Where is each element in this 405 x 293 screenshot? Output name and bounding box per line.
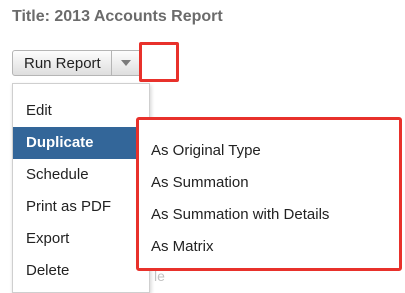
run-report-button[interactable]: Run Report (12, 50, 112, 76)
menu-item-print-as-pdf[interactable]: Print as PDF (13, 191, 149, 223)
submenu-item-as-summation[interactable]: As Summation (139, 167, 399, 199)
actions-menu: Edit Duplicate Schedule Print as PDF Exp… (12, 83, 150, 293)
menu-item-export[interactable]: Export (13, 223, 149, 255)
page-title: Title: 2013 Accounts Report (12, 8, 223, 25)
menu-item-duplicate[interactable]: Duplicate (13, 127, 149, 159)
menu-item-schedule[interactable]: Schedule (13, 159, 149, 191)
report-actions: Run Report (12, 50, 142, 76)
menu-item-edit[interactable]: Edit (13, 95, 149, 127)
caret-highlight-box (139, 42, 179, 82)
chevron-down-icon (121, 60, 132, 66)
submenu-item-as-summation-with-details[interactable]: As Summation with Details (139, 199, 399, 231)
duplicate-submenu: As Original Type As Summation As Summati… (136, 117, 402, 271)
actions-dropdown-button[interactable] (111, 50, 142, 76)
menu-item-delete[interactable]: Delete (13, 255, 149, 287)
submenu-item-as-matrix[interactable]: As Matrix (139, 231, 399, 263)
submenu-item-as-original-type[interactable]: As Original Type (139, 135, 399, 167)
